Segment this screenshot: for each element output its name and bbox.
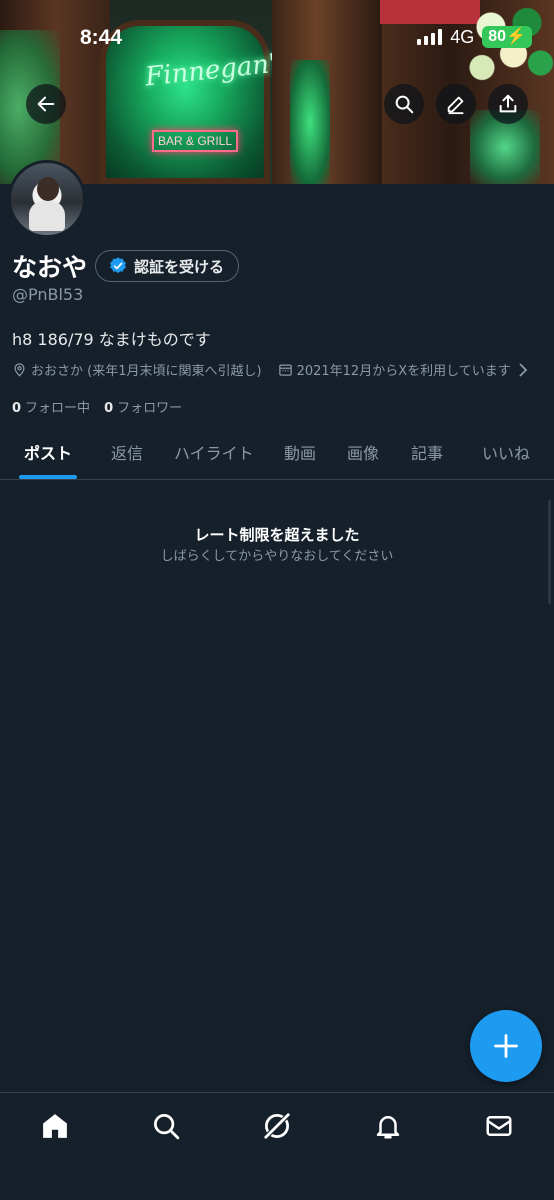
tab-media[interactable]: 画像	[347, 440, 379, 464]
share-button[interactable]	[488, 84, 528, 124]
active-tab-indicator	[19, 475, 77, 479]
chevron-right-icon	[519, 362, 527, 377]
verify-button[interactable]: 認証を受ける	[95, 250, 240, 282]
search-icon	[395, 95, 414, 114]
network-type: 4G	[450, 26, 475, 47]
profile-location: おおさか (来年1月末頃に関東へ引越し)	[31, 364, 262, 379]
messages-icon[interactable]	[484, 1111, 514, 1141]
edit-icon	[447, 96, 464, 115]
share-icon	[499, 94, 517, 113]
rate-limit-subtitle: しばらくしてからやりなおしてください	[160, 549, 394, 564]
tab-posts[interactable]: ポスト	[24, 440, 72, 464]
banner-neon-sign: BAR & GRILL	[152, 130, 238, 152]
bottom-nav	[0, 1092, 554, 1200]
tab-highlights[interactable]: ハイライト	[174, 440, 254, 464]
battery-indicator: 80⚡	[482, 26, 532, 48]
search-icon[interactable]	[151, 1111, 181, 1141]
verified-badge-icon	[110, 257, 126, 274]
tab-replies[interactable]: 返信	[111, 440, 143, 464]
profile-name: なおや	[12, 253, 88, 282]
grok-icon[interactable]	[262, 1111, 292, 1141]
profile-meta[interactable]: おおさか (来年1月末頃に関東へ引越し) 2021年12月からXを利用しています	[12, 360, 529, 379]
profile-bio: h8 186/79 なまけものです	[12, 330, 211, 349]
calendar-icon	[278, 364, 292, 376]
rate-limit-title: レート制限を超えました	[194, 526, 360, 544]
profile-handle: @PnBl53	[12, 285, 84, 304]
battery-level: 80	[488, 28, 507, 45]
scrollbar[interactable]	[548, 500, 551, 604]
followers-link[interactable]: 0 フォロワー	[104, 397, 182, 416]
compose-button[interactable]	[470, 1010, 542, 1082]
followers-count: 0	[104, 401, 114, 416]
tab-articles[interactable]: 記事	[411, 440, 443, 464]
location-icon	[14, 363, 25, 377]
home-icon[interactable]	[40, 1111, 70, 1141]
search-button[interactable]	[384, 84, 424, 124]
followers-label: フォロワー	[117, 401, 183, 416]
signal-icon	[417, 29, 443, 45]
following-link[interactable]: 0 フォロー中	[12, 397, 90, 416]
following-label: フォロー中	[25, 401, 91, 416]
status-indicators: 4G 80⚡	[417, 26, 532, 48]
profile-joined: 2021年12月からXを利用しています	[296, 364, 511, 379]
tab-likes[interactable]: いいね	[482, 440, 530, 464]
profile-tabs: ポスト 返信 ハイライト 動画 画像 記事 いいね	[0, 428, 554, 480]
status-time: 8:44	[80, 26, 123, 49]
follow-stats: 0 フォロー中 0 フォロワー	[12, 397, 182, 416]
edit-button[interactable]	[436, 84, 476, 124]
back-arrow-icon	[37, 96, 55, 112]
following-count: 0	[12, 401, 22, 416]
back-button[interactable]	[26, 84, 66, 124]
notifications-icon[interactable]	[373, 1111, 403, 1141]
avatar[interactable]	[8, 160, 86, 238]
plus-icon	[494, 1034, 518, 1058]
tab-videos[interactable]: 動画	[284, 440, 316, 464]
verify-button-label: 認証を受ける	[134, 257, 225, 276]
